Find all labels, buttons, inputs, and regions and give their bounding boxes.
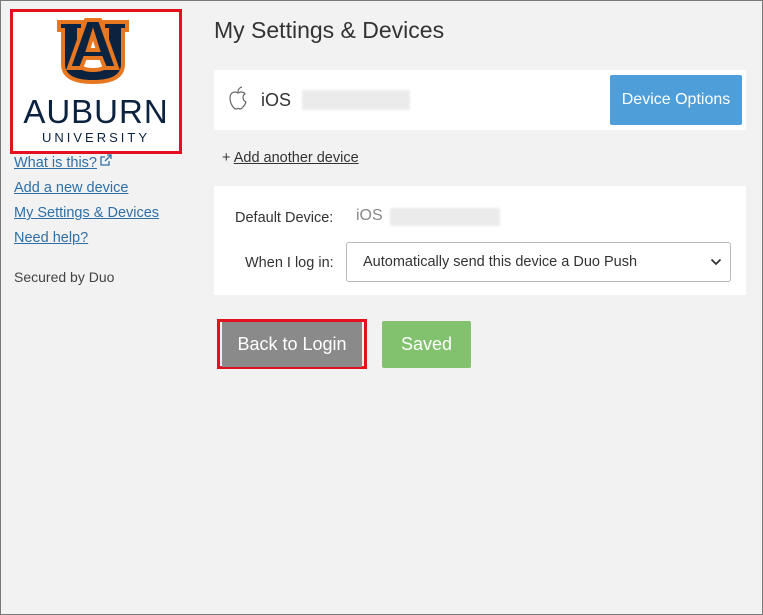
device-row: iOS Device Options	[214, 70, 746, 130]
add-another-device-link[interactable]: Add another device	[234, 150, 359, 166]
device-name: iOS	[261, 90, 292, 110]
login-action-selected: Automatically send this device a Duo Pus…	[363, 254, 638, 270]
redacted-phone-number	[302, 90, 410, 110]
add-another-device: + Add another device	[222, 150, 359, 166]
need-help-link[interactable]: Need help?	[14, 229, 159, 254]
device-options-button[interactable]: Device Options	[610, 75, 742, 125]
default-device-label: Default Device:	[235, 210, 334, 226]
login-action-label: When I log in:	[245, 255, 334, 271]
login-action-select[interactable]: Automatically send this device a Duo Pus…	[346, 242, 731, 282]
page-title: My Settings & Devices	[214, 17, 445, 43]
logo-wordmark: AUBURN	[23, 93, 169, 130]
default-device-value: iOS	[356, 207, 383, 224]
auburn-au-logo-icon	[57, 18, 129, 84]
saved-button[interactable]: Saved	[382, 321, 471, 368]
my-settings-devices-link[interactable]: My Settings & Devices	[14, 204, 159, 229]
duo-settings-window: AUBURN UNIVERSITY What is this? Add a ne…	[0, 0, 763, 615]
add-new-device-link[interactable]: Add a new device	[14, 179, 159, 204]
what-is-this-label: What is this?	[14, 155, 97, 171]
logo-subtitle: UNIVERSITY	[41, 130, 150, 145]
chevron-down-icon	[710, 258, 722, 266]
external-link-icon	[100, 154, 112, 166]
back-to-login-button[interactable]: Back to Login	[222, 322, 362, 367]
device-settings-panel: Default Device: iOS When I log in: Autom…	[214, 186, 746, 295]
redacted-default-device-number	[390, 208, 500, 226]
auburn-logo: AUBURN UNIVERSITY	[10, 9, 182, 154]
add-prefix: +	[222, 150, 231, 166]
apple-icon	[229, 86, 247, 110]
what-is-this-link[interactable]: What is this?	[14, 154, 159, 179]
secured-by-duo: Secured by Duo	[14, 269, 115, 285]
sidebar-links: What is this? Add a new device My Settin…	[14, 154, 159, 254]
